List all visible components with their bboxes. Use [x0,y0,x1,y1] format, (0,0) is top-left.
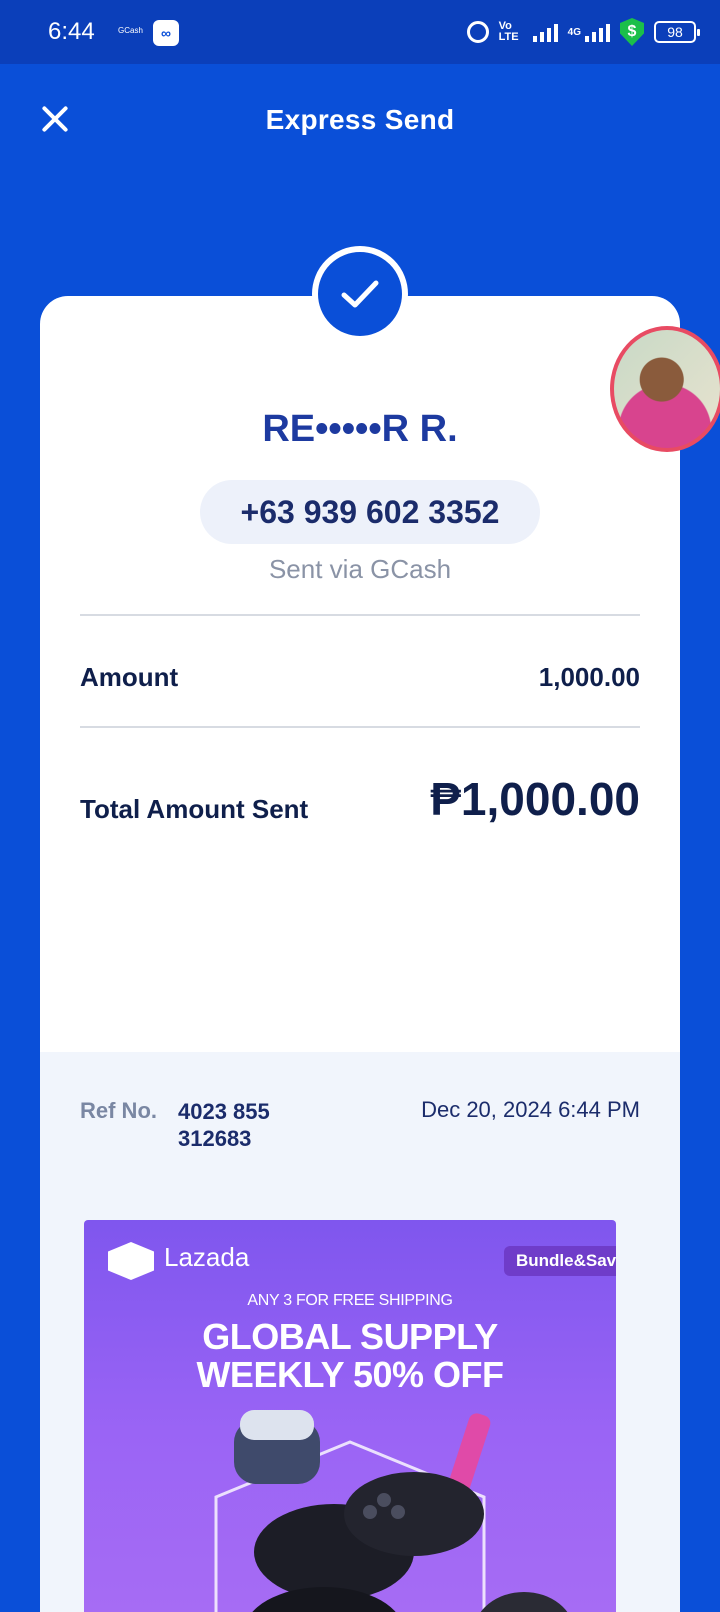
alarm-icon [466,21,489,43]
reference-section: Ref No. 4023 855 312683 Dec 20, 2024 6:4… [40,1052,680,1612]
chat-head-avatar[interactable] [610,326,720,452]
recipient-phone: +63 939 602 3352 [200,480,540,544]
page-title: Express Send [265,104,455,135]
status-time: 6:44 [48,18,95,45]
amount-value: 1,000.00 [538,662,640,692]
amount-label: Amount [80,662,179,692]
checkmark-icon [341,280,379,308]
battery-icon: 98 [654,21,700,43]
ref-number: 4023 855 312683 [178,1099,270,1151]
ad-headline-line1: GLOBAL SUPPLY [202,1316,498,1357]
divider [80,726,640,728]
transaction-datetime: Dec 20, 2024 6:44 PM [421,1097,640,1122]
ad-headline: GLOBAL SUPPLY WEEKLY 50% OFF [84,1318,616,1394]
ad-products-image [214,1410,568,1612]
signal-4g-label: 4G [567,26,581,38]
ref-label: Ref No. [80,1098,157,1123]
security-shield-icon: $ [620,18,644,46]
lazada-ad-banner[interactable]: Lazada Bundle&Save ANY 3 FOR FREE SHIPPI… [84,1220,616,1612]
success-badge [312,246,408,342]
ad-badge: Bundle&Save [504,1246,616,1276]
signal-icon [532,22,558,42]
status-app-label: GCash [118,26,143,35]
status-icons: Vo LTE 4G $ 98 [466,18,700,46]
receipt-card: RE•••••R R. +63 939 602 3352 Sent via GC… [40,296,680,1612]
ad-brand: Lazada [164,1242,250,1272]
total-amount-value: ₱1,000.00 [430,773,640,825]
gcash-app-icon: ∞ [153,20,179,46]
lazada-logo-icon [108,1242,154,1280]
volte-icon: Vo LTE [498,20,519,43]
status-bar: 6:44 GCash ∞ Vo LTE 4G $ 98 [0,0,720,64]
signal-4g-icon [585,22,610,42]
recipient-name: RE•••••R R. [262,408,458,450]
divider [80,614,640,616]
ad-headline-line2: WEEKLY 50% OFF [196,1354,504,1395]
total-amount-label: Total Amount Sent [80,794,309,824]
sent-via-label: Sent via GCash [268,554,452,584]
ad-tagline: ANY 3 FOR FREE SHIPPING [247,1292,453,1309]
